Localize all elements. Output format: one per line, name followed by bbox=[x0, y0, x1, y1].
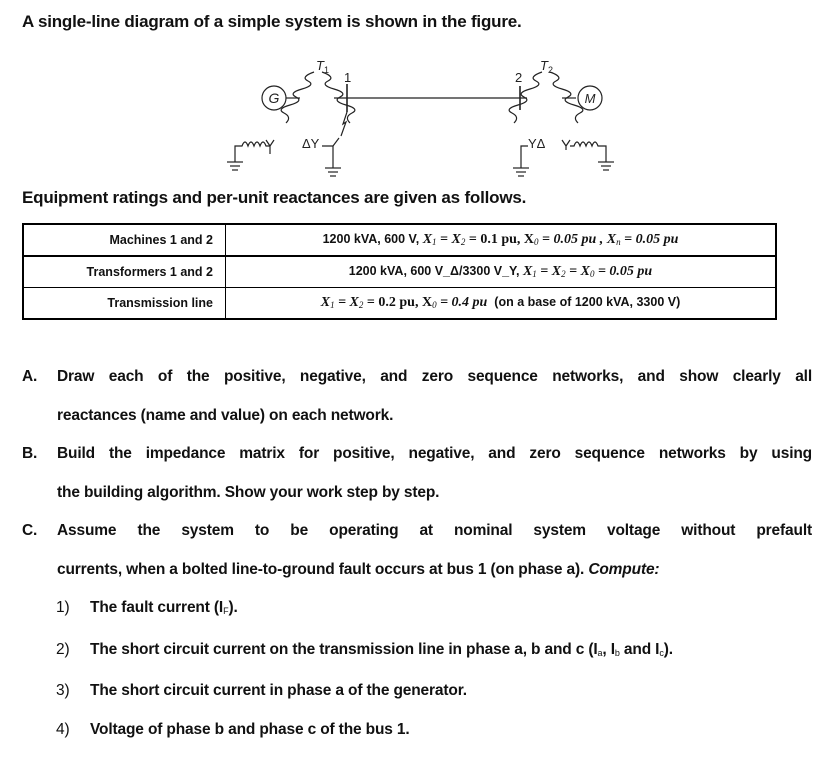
question-letter: B. bbox=[22, 445, 38, 462]
ratings-heading: Equipment ratings and per-unit reactance… bbox=[22, 188, 527, 207]
sub-number: 2) bbox=[56, 640, 70, 658]
t1-connection-label: ΔY bbox=[302, 136, 320, 151]
generator-label: G bbox=[269, 90, 280, 106]
generator-symbol: G bbox=[261, 85, 287, 111]
single-line-diagram: G T 1 1 2 T 2 M ΔY YΔ bbox=[210, 50, 630, 180]
t2-connection-label: YΔ bbox=[528, 136, 546, 151]
question-b: B. Build the impedance matrix for positi… bbox=[22, 435, 812, 474]
motor-grounding bbox=[561, 139, 614, 171]
t1-grounding bbox=[322, 137, 341, 177]
question-text: Draw each of the positive, negative, and… bbox=[57, 368, 812, 385]
motor-symbol: M bbox=[577, 85, 603, 111]
question-letter: A. bbox=[22, 368, 38, 385]
sub-text: Voltage of phase b and phase c of the bu… bbox=[90, 720, 410, 738]
question-a: A. Draw each of the positive, negative, … bbox=[22, 358, 812, 397]
question-letter: C. bbox=[22, 522, 38, 539]
question-text: the building algorithm. Show your work s… bbox=[57, 483, 440, 501]
sub-number: 3) bbox=[56, 682, 70, 699]
motor-label: M bbox=[585, 91, 596, 106]
question-text: Assume the system to be operating at nom… bbox=[57, 522, 812, 539]
row-value: 1200 kVA, 600 V, X1 = X2 = 0.1 pu, X0 = … bbox=[322, 232, 679, 247]
t1-subscript: 1 bbox=[324, 65, 329, 75]
bus-2-label: 2 bbox=[515, 70, 522, 85]
compute-emphasis: Compute: bbox=[588, 560, 660, 578]
question-text: Build the impedance matrix for positive,… bbox=[57, 445, 812, 462]
question-text: reactances (name and value) on each netw… bbox=[57, 406, 394, 424]
question-c-cont: currents, when a bolted line-to-ground f… bbox=[22, 551, 812, 590]
table-row: Machines 1 and 2 1200 kVA, 600 V, X1 = X… bbox=[23, 224, 776, 256]
question-c: C. Assume the system to be operating at … bbox=[22, 512, 812, 551]
table-row: Transformers 1 and 2 1200 kVA, 600 V_Δ/3… bbox=[23, 256, 776, 288]
row-label: Transformers 1 and 2 bbox=[23, 256, 226, 288]
fault-symbol bbox=[340, 111, 348, 137]
generator-grounding bbox=[227, 139, 275, 171]
sub-text: The short circuit current on the transmi… bbox=[90, 640, 673, 658]
row-value: 1200 kVA, 600 V_Δ/3300 V_Y, X1 = X2 = X0… bbox=[348, 264, 653, 279]
sub-question-3: 3) The short circuit current in phase a … bbox=[22, 672, 812, 711]
transformer-t1-symbol: T 1 bbox=[280, 58, 356, 124]
sub-question-1: 1) The fault current (IF). bbox=[22, 589, 812, 631]
question-text: currents, when a bolted line-to-ground f… bbox=[57, 560, 660, 578]
equipment-ratings-table: Machines 1 and 2 1200 kVA, 600 V, X1 = X… bbox=[22, 223, 777, 320]
question-a-cont: reactances (name and value) on each netw… bbox=[22, 397, 812, 436]
table-row: Transmission line X1 = X2 = 0.2 pu, X0 =… bbox=[23, 287, 776, 319]
questions-list: A. Draw each of the positive, negative, … bbox=[22, 358, 812, 749]
row-label: Transmission line bbox=[23, 287, 226, 319]
row-label: Machines 1 and 2 bbox=[23, 224, 226, 256]
t2-subscript: 2 bbox=[548, 65, 553, 75]
row-value: X1 = X2 = 0.2 pu, X0 = 0.4 pu (on a base… bbox=[320, 295, 681, 310]
sub-question-2: 2) The short circuit current on the tran… bbox=[22, 631, 812, 673]
question-b-cont: the building algorithm. Show your work s… bbox=[22, 474, 812, 513]
sub-number: 1) bbox=[56, 599, 70, 616]
sub-text: The short circuit current in phase a of … bbox=[90, 682, 467, 699]
problem-intro: A single-line diagram of a simple system… bbox=[22, 12, 522, 31]
bus-1-label: 1 bbox=[344, 70, 351, 85]
sub-number: 4) bbox=[56, 720, 70, 738]
sub-text: The fault current (IF). bbox=[90, 599, 238, 616]
t2-grounding bbox=[513, 145, 529, 177]
sub-question-4: 4) Voltage of phase b and phase c of the… bbox=[22, 711, 812, 750]
